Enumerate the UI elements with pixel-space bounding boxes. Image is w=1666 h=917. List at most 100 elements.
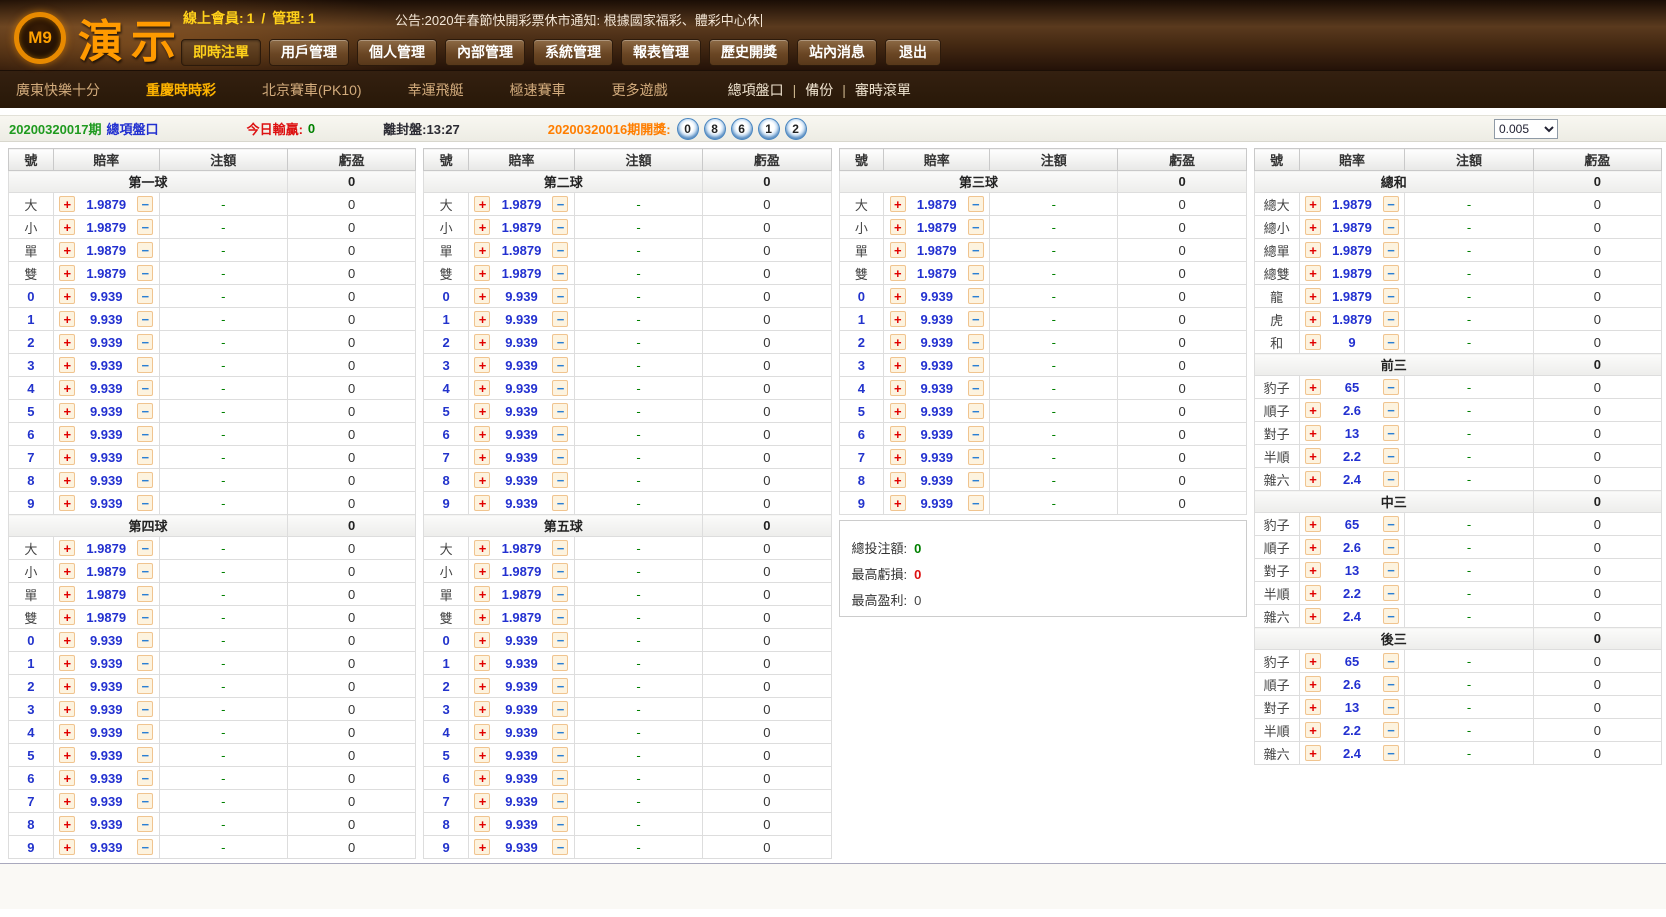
increase-odds-button[interactable]: +	[59, 586, 76, 602]
increase-odds-button[interactable]: +	[474, 265, 491, 281]
decrease-odds-button[interactable]: −	[552, 747, 569, 763]
decrease-odds-button[interactable]: −	[967, 334, 984, 350]
decrease-odds-button[interactable]: −	[1382, 608, 1399, 624]
increase-odds-button[interactable]: +	[1304, 585, 1321, 601]
increase-odds-button[interactable]: +	[1304, 676, 1321, 692]
increase-odds-button[interactable]: +	[474, 495, 491, 511]
increase-odds-button[interactable]: +	[889, 357, 906, 373]
game-tab[interactable]: 更多遊戲	[612, 80, 668, 100]
game-tab[interactable]: 北京賽車(PK10)	[262, 80, 362, 100]
decrease-odds-button[interactable]: −	[1382, 585, 1399, 601]
increase-odds-button[interactable]: +	[1304, 311, 1321, 327]
decrease-odds-button[interactable]: −	[552, 793, 569, 809]
decrease-odds-button[interactable]: −	[967, 311, 984, 327]
increase-odds-button[interactable]: +	[59, 563, 76, 579]
subnav-link[interactable]: 總項盤口	[728, 80, 784, 100]
decrease-odds-button[interactable]: −	[552, 540, 569, 556]
decrease-odds-button[interactable]: −	[552, 196, 569, 212]
decrease-odds-button[interactable]: −	[967, 288, 984, 304]
decrease-odds-button[interactable]: −	[137, 747, 154, 763]
increase-odds-button[interactable]: +	[889, 472, 906, 488]
increase-odds-button[interactable]: +	[889, 196, 906, 212]
game-tab[interactable]: 廣東快樂十分	[16, 80, 100, 100]
decrease-odds-button[interactable]: −	[1382, 448, 1399, 464]
decrease-odds-button[interactable]: −	[137, 770, 154, 786]
decrease-odds-button[interactable]: −	[1382, 265, 1399, 281]
nav-tab[interactable]: 報表管理	[621, 39, 701, 66]
decrease-odds-button[interactable]: −	[1382, 562, 1399, 578]
decrease-odds-button[interactable]: −	[967, 219, 984, 235]
increase-odds-button[interactable]: +	[889, 426, 906, 442]
increase-odds-button[interactable]: +	[474, 357, 491, 373]
decrease-odds-button[interactable]: −	[967, 380, 984, 396]
increase-odds-button[interactable]: +	[474, 242, 491, 258]
increase-odds-button[interactable]: +	[474, 196, 491, 212]
game-tab[interactable]: 重慶時時彩	[146, 80, 216, 100]
decrease-odds-button[interactable]: −	[552, 816, 569, 832]
decrease-odds-button[interactable]: −	[137, 655, 154, 671]
increase-odds-button[interactable]: +	[59, 288, 76, 304]
increase-odds-button[interactable]: +	[1304, 653, 1321, 669]
decrease-odds-button[interactable]: −	[137, 839, 154, 855]
increase-odds-button[interactable]: +	[1304, 334, 1321, 350]
increase-odds-button[interactable]: +	[59, 311, 76, 327]
increase-odds-button[interactable]: +	[474, 793, 491, 809]
decrease-odds-button[interactable]: −	[137, 609, 154, 625]
decrease-odds-button[interactable]: −	[967, 265, 984, 281]
increase-odds-button[interactable]: +	[474, 724, 491, 740]
increase-odds-button[interactable]: +	[1304, 196, 1321, 212]
rebate-select[interactable]: 0.005	[1494, 118, 1558, 139]
increase-odds-button[interactable]: +	[59, 242, 76, 258]
decrease-odds-button[interactable]: −	[552, 655, 569, 671]
decrease-odds-button[interactable]: −	[552, 563, 569, 579]
decrease-odds-button[interactable]: −	[1382, 722, 1399, 738]
increase-odds-button[interactable]: +	[59, 655, 76, 671]
increase-odds-button[interactable]: +	[889, 495, 906, 511]
decrease-odds-button[interactable]: −	[552, 357, 569, 373]
decrease-odds-button[interactable]: −	[552, 242, 569, 258]
decrease-odds-button[interactable]: −	[552, 586, 569, 602]
decrease-odds-button[interactable]: −	[137, 724, 154, 740]
decrease-odds-button[interactable]: −	[967, 196, 984, 212]
increase-odds-button[interactable]: +	[1304, 448, 1321, 464]
increase-odds-button[interactable]: +	[59, 793, 76, 809]
decrease-odds-button[interactable]: −	[137, 701, 154, 717]
increase-odds-button[interactable]: +	[1304, 516, 1321, 532]
increase-odds-button[interactable]: +	[59, 609, 76, 625]
increase-odds-button[interactable]: +	[59, 632, 76, 648]
decrease-odds-button[interactable]: −	[552, 678, 569, 694]
increase-odds-button[interactable]: +	[59, 449, 76, 465]
decrease-odds-button[interactable]: −	[967, 242, 984, 258]
decrease-odds-button[interactable]: −	[137, 540, 154, 556]
increase-odds-button[interactable]: +	[1304, 242, 1321, 258]
increase-odds-button[interactable]: +	[474, 426, 491, 442]
decrease-odds-button[interactable]: −	[1382, 196, 1399, 212]
decrease-odds-button[interactable]: −	[967, 472, 984, 488]
decrease-odds-button[interactable]: −	[967, 449, 984, 465]
increase-odds-button[interactable]: +	[474, 701, 491, 717]
decrease-odds-button[interactable]: −	[552, 265, 569, 281]
decrease-odds-button[interactable]: −	[1382, 653, 1399, 669]
increase-odds-button[interactable]: +	[889, 380, 906, 396]
game-tab[interactable]: 幸運飛艇	[408, 80, 464, 100]
decrease-odds-button[interactable]: −	[552, 380, 569, 396]
decrease-odds-button[interactable]: −	[1382, 311, 1399, 327]
increase-odds-button[interactable]: +	[474, 472, 491, 488]
decrease-odds-button[interactable]: −	[552, 288, 569, 304]
increase-odds-button[interactable]: +	[889, 311, 906, 327]
decrease-odds-button[interactable]: −	[1382, 425, 1399, 441]
increase-odds-button[interactable]: +	[889, 219, 906, 235]
increase-odds-button[interactable]: +	[1304, 402, 1321, 418]
decrease-odds-button[interactable]: −	[1382, 288, 1399, 304]
decrease-odds-button[interactable]: −	[137, 242, 154, 258]
increase-odds-button[interactable]: +	[474, 609, 491, 625]
decrease-odds-button[interactable]: −	[552, 219, 569, 235]
decrease-odds-button[interactable]: −	[1382, 402, 1399, 418]
increase-odds-button[interactable]: +	[474, 816, 491, 832]
increase-odds-button[interactable]: +	[474, 563, 491, 579]
increase-odds-button[interactable]: +	[1304, 722, 1321, 738]
decrease-odds-button[interactable]: −	[552, 403, 569, 419]
nav-tab[interactable]: 站內消息	[797, 39, 877, 66]
game-tab[interactable]: 極速賽車	[510, 80, 566, 100]
decrease-odds-button[interactable]: −	[137, 219, 154, 235]
